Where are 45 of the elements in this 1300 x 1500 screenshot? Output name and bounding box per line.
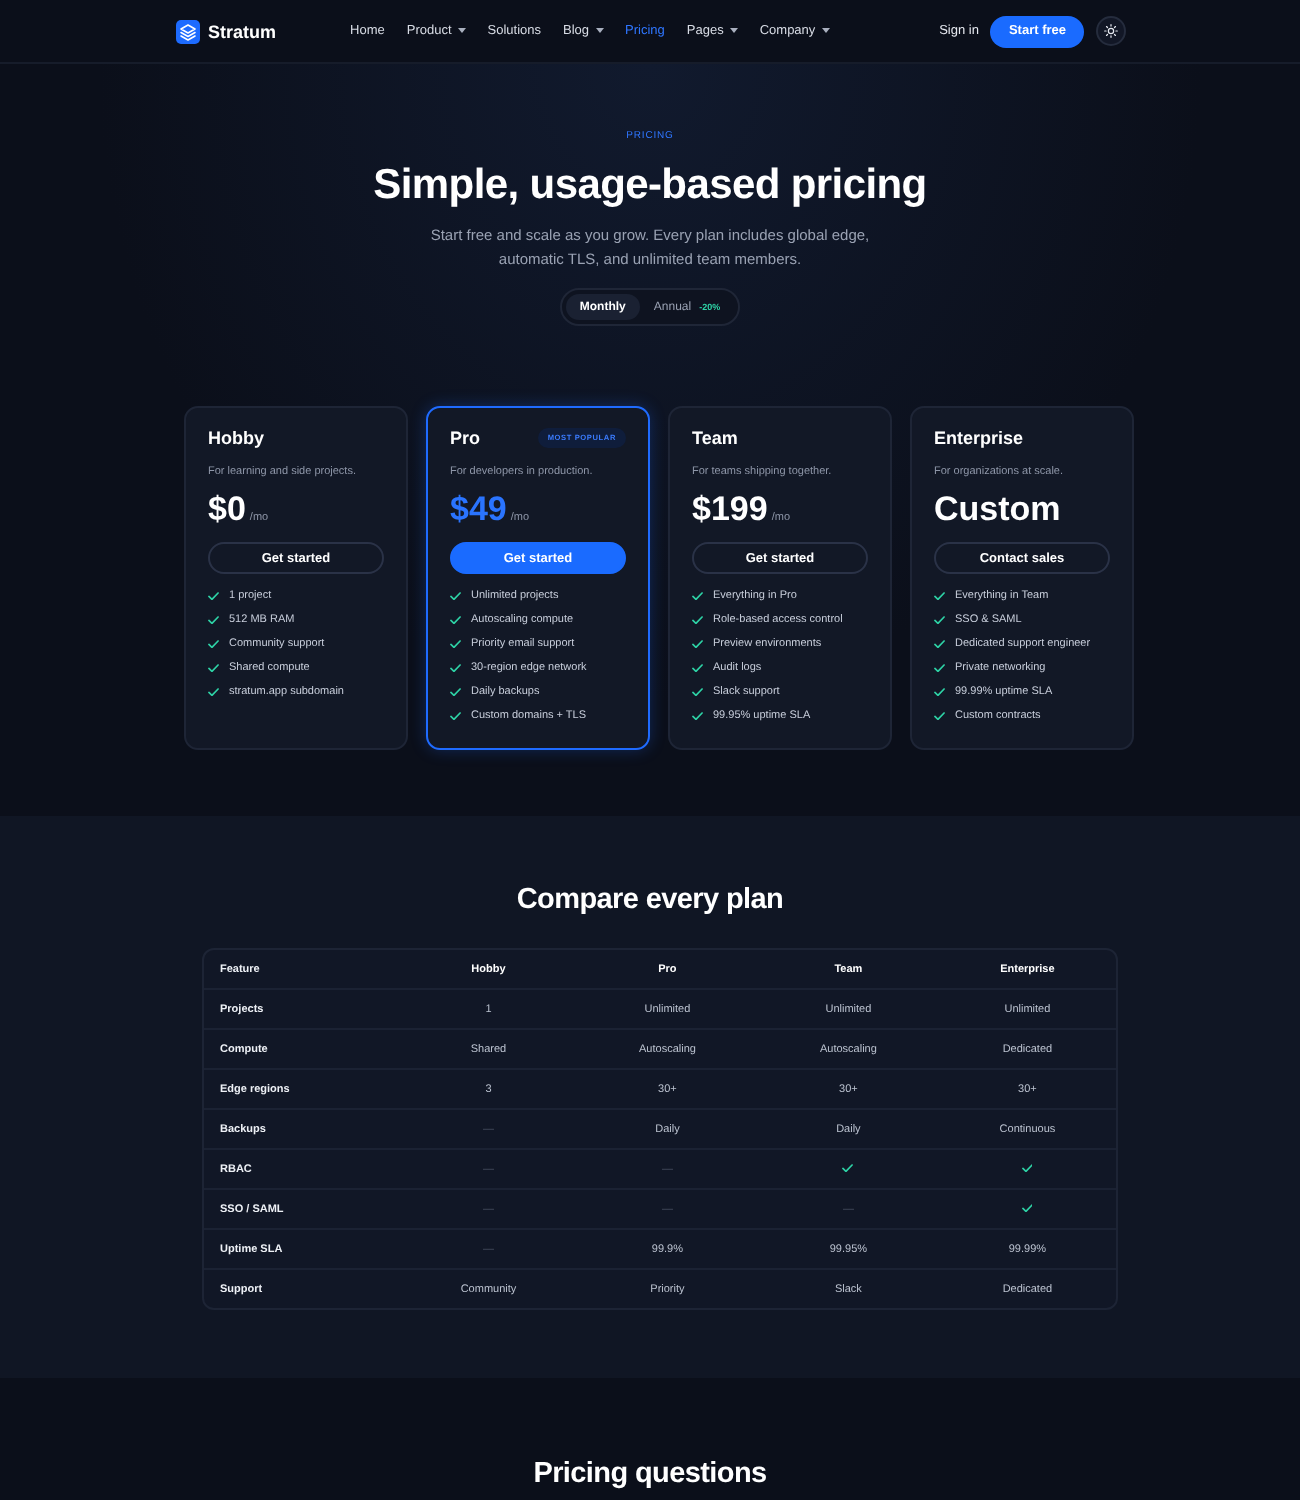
plan-price: $0 [208, 490, 246, 530]
check-icon [208, 663, 219, 673]
plan-name: Hobby [208, 426, 264, 450]
logo-icon [176, 19, 200, 43]
page-title: Simple, usage-based pricing [371, 162, 929, 210]
section-title: Pricing questions [531, 1456, 769, 1492]
check-icon [208, 591, 219, 601]
brand-link[interactable]: Stratum [176, 19, 277, 43]
check-icon [934, 615, 945, 625]
caret-icon [821, 28, 830, 34]
caret-icon [595, 28, 604, 34]
check-icon [1021, 1163, 1033, 1173]
check-icon [208, 687, 219, 697]
check-icon [692, 711, 703, 721]
check-icon [1021, 1203, 1033, 1213]
caret-icon [729, 28, 738, 34]
check-icon [450, 639, 461, 649]
plan-name: Pro [450, 426, 481, 450]
sun-icon [1104, 24, 1118, 38]
section-title: Compare every plan [514, 882, 786, 918]
check-icon [934, 687, 945, 697]
check-icon [450, 615, 461, 625]
check-icon [208, 639, 219, 649]
plan-price: $49 [450, 490, 507, 530]
check-icon [450, 663, 461, 673]
check-icon [934, 639, 945, 649]
check-icon [450, 711, 461, 721]
check-icon [842, 1163, 854, 1173]
check-icon [934, 663, 945, 673]
check-icon [692, 663, 703, 673]
check-icon [692, 615, 703, 625]
plan-name: Team [692, 426, 738, 450]
check-icon [692, 591, 703, 601]
plan-price: Custom [934, 490, 1061, 530]
plan-price: $199 [692, 490, 768, 530]
caret-icon [457, 28, 466, 34]
check-icon [692, 687, 703, 697]
check-icon [934, 591, 945, 601]
check-icon [692, 639, 703, 649]
check-icon [934, 711, 945, 721]
check-icon [450, 591, 461, 601]
plan-name: Enterprise [934, 426, 1024, 450]
theme-toggle-button[interactable] [1096, 16, 1126, 46]
check-icon [450, 687, 461, 697]
check-icon [208, 615, 219, 625]
